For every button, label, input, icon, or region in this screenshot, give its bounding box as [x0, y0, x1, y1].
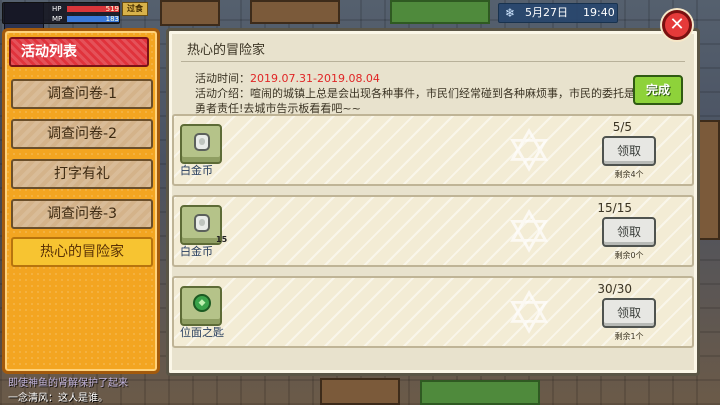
- close-icon: ✕: [669, 14, 685, 35]
- hp-value: 519: [105, 5, 119, 13]
- hp-row: HP 519: [49, 4, 121, 14]
- activity-tab-list: 活动列表 调查问卷-1 调查问卷-2 打字有礼 调查问卷-3 热心的冒险家: [2, 28, 160, 374]
- divider: [181, 61, 685, 62]
- progress-text: 5/5: [612, 120, 632, 134]
- building: [160, 0, 220, 26]
- grass-patch: [390, 0, 490, 24]
- item-slot[interactable]: ◆: [180, 286, 222, 326]
- reward-row: ✡ 15 白金币 15/15 领取 剩余0个: [172, 195, 694, 267]
- chat-line: 即使神鱼的肾解保护了起来: [8, 378, 128, 389]
- player-stats-panel: HP 519 MP 183: [2, 2, 120, 24]
- tab-enthusiastic-adventurer[interactable]: 热心的冒险家: [11, 237, 153, 267]
- star-watermark: ✡: [504, 198, 554, 266]
- progress-text: 15/15: [597, 201, 632, 215]
- item-slot[interactable]: [180, 124, 222, 164]
- tab-survey-2[interactable]: 调查问卷-2: [11, 119, 153, 149]
- mp-value: 183: [105, 15, 119, 23]
- item-name: 白金币: [180, 245, 213, 258]
- building: [320, 378, 400, 405]
- snowflake-icon: ❄: [505, 6, 516, 20]
- tab-survey-3[interactable]: 调查问卷-3: [11, 199, 153, 229]
- tab-typing-gift[interactable]: 打字有礼: [11, 159, 153, 189]
- chat-log[interactable]: 即使神鱼的肾解保护了起来 一念清风：这人是谁。: [8, 374, 168, 404]
- item-count: 15: [216, 235, 228, 244]
- remaining-count: 剩余0个: [614, 251, 644, 260]
- claim-button[interactable]: 领取: [602, 298, 656, 328]
- mp-label: MP: [52, 15, 63, 23]
- activity-list-header: 活动列表: [9, 37, 149, 67]
- close-button[interactable]: ✕: [662, 10, 692, 40]
- intro-text: 喧闹的城镇上总是会出现各种事件，市民们经常碰到各种麻烦事，市民的委托是勇者责任!…: [195, 87, 635, 115]
- date-time-display: ❄ 5月27日 19:40: [498, 3, 618, 23]
- date-text: 5月27日: [525, 6, 568, 19]
- tab-survey-1[interactable]: 调查问卷-1: [11, 79, 153, 109]
- hp-label: HP: [52, 5, 62, 13]
- claim-button[interactable]: 领取: [602, 217, 656, 247]
- building: [250, 0, 340, 24]
- claim-button[interactable]: 领取: [602, 136, 656, 166]
- platinum-coin-icon: [194, 133, 210, 151]
- grass-patch: [420, 380, 540, 405]
- plane-key-icon: ◆: [193, 294, 211, 312]
- intro-label: 活动介绍：: [195, 87, 250, 100]
- remaining-count: 剩余1个: [614, 332, 644, 341]
- star-watermark: ✡: [504, 117, 554, 185]
- time-value: 2019.07.31-2019.08.04: [250, 72, 380, 85]
- status-badge: 过食: [122, 2, 148, 16]
- platinum-coin-icon: [194, 214, 210, 232]
- activity-description: 活动时间：2019.07.31-2019.08.04 活动介绍：喧闹的城镇上总是…: [195, 71, 635, 116]
- progress-text: 30/30: [597, 282, 632, 296]
- time-text: 19:40: [583, 6, 615, 19]
- item-slot[interactable]: 15: [180, 205, 227, 245]
- remaining-count: 剩余4个: [614, 170, 644, 179]
- star-watermark: ✡: [504, 279, 554, 347]
- reward-row: ✡ 白金币 5/5 领取 剩余4个: [172, 114, 694, 186]
- time-label: 活动时间：: [195, 72, 250, 85]
- chat-line: 一念清风：这人是谁。: [8, 393, 108, 404]
- activity-intro-line: 活动介绍：喧闹的城镇上总是会出现各种事件，市民们经常碰到各种麻烦事，市民的委托是…: [195, 86, 635, 116]
- complete-button[interactable]: 完成: [633, 75, 683, 105]
- item-name: 位面之匙: [180, 326, 224, 339]
- reward-row: ✡ ◆ 位面之匙 30/30 领取 剩余1个: [172, 276, 694, 348]
- activity-time-line: 活动时间：2019.07.31-2019.08.04: [195, 71, 635, 86]
- item-name: 白金币: [180, 164, 213, 177]
- mp-row: MP 183: [49, 14, 121, 24]
- panel-title: 热心的冒险家: [187, 43, 266, 58]
